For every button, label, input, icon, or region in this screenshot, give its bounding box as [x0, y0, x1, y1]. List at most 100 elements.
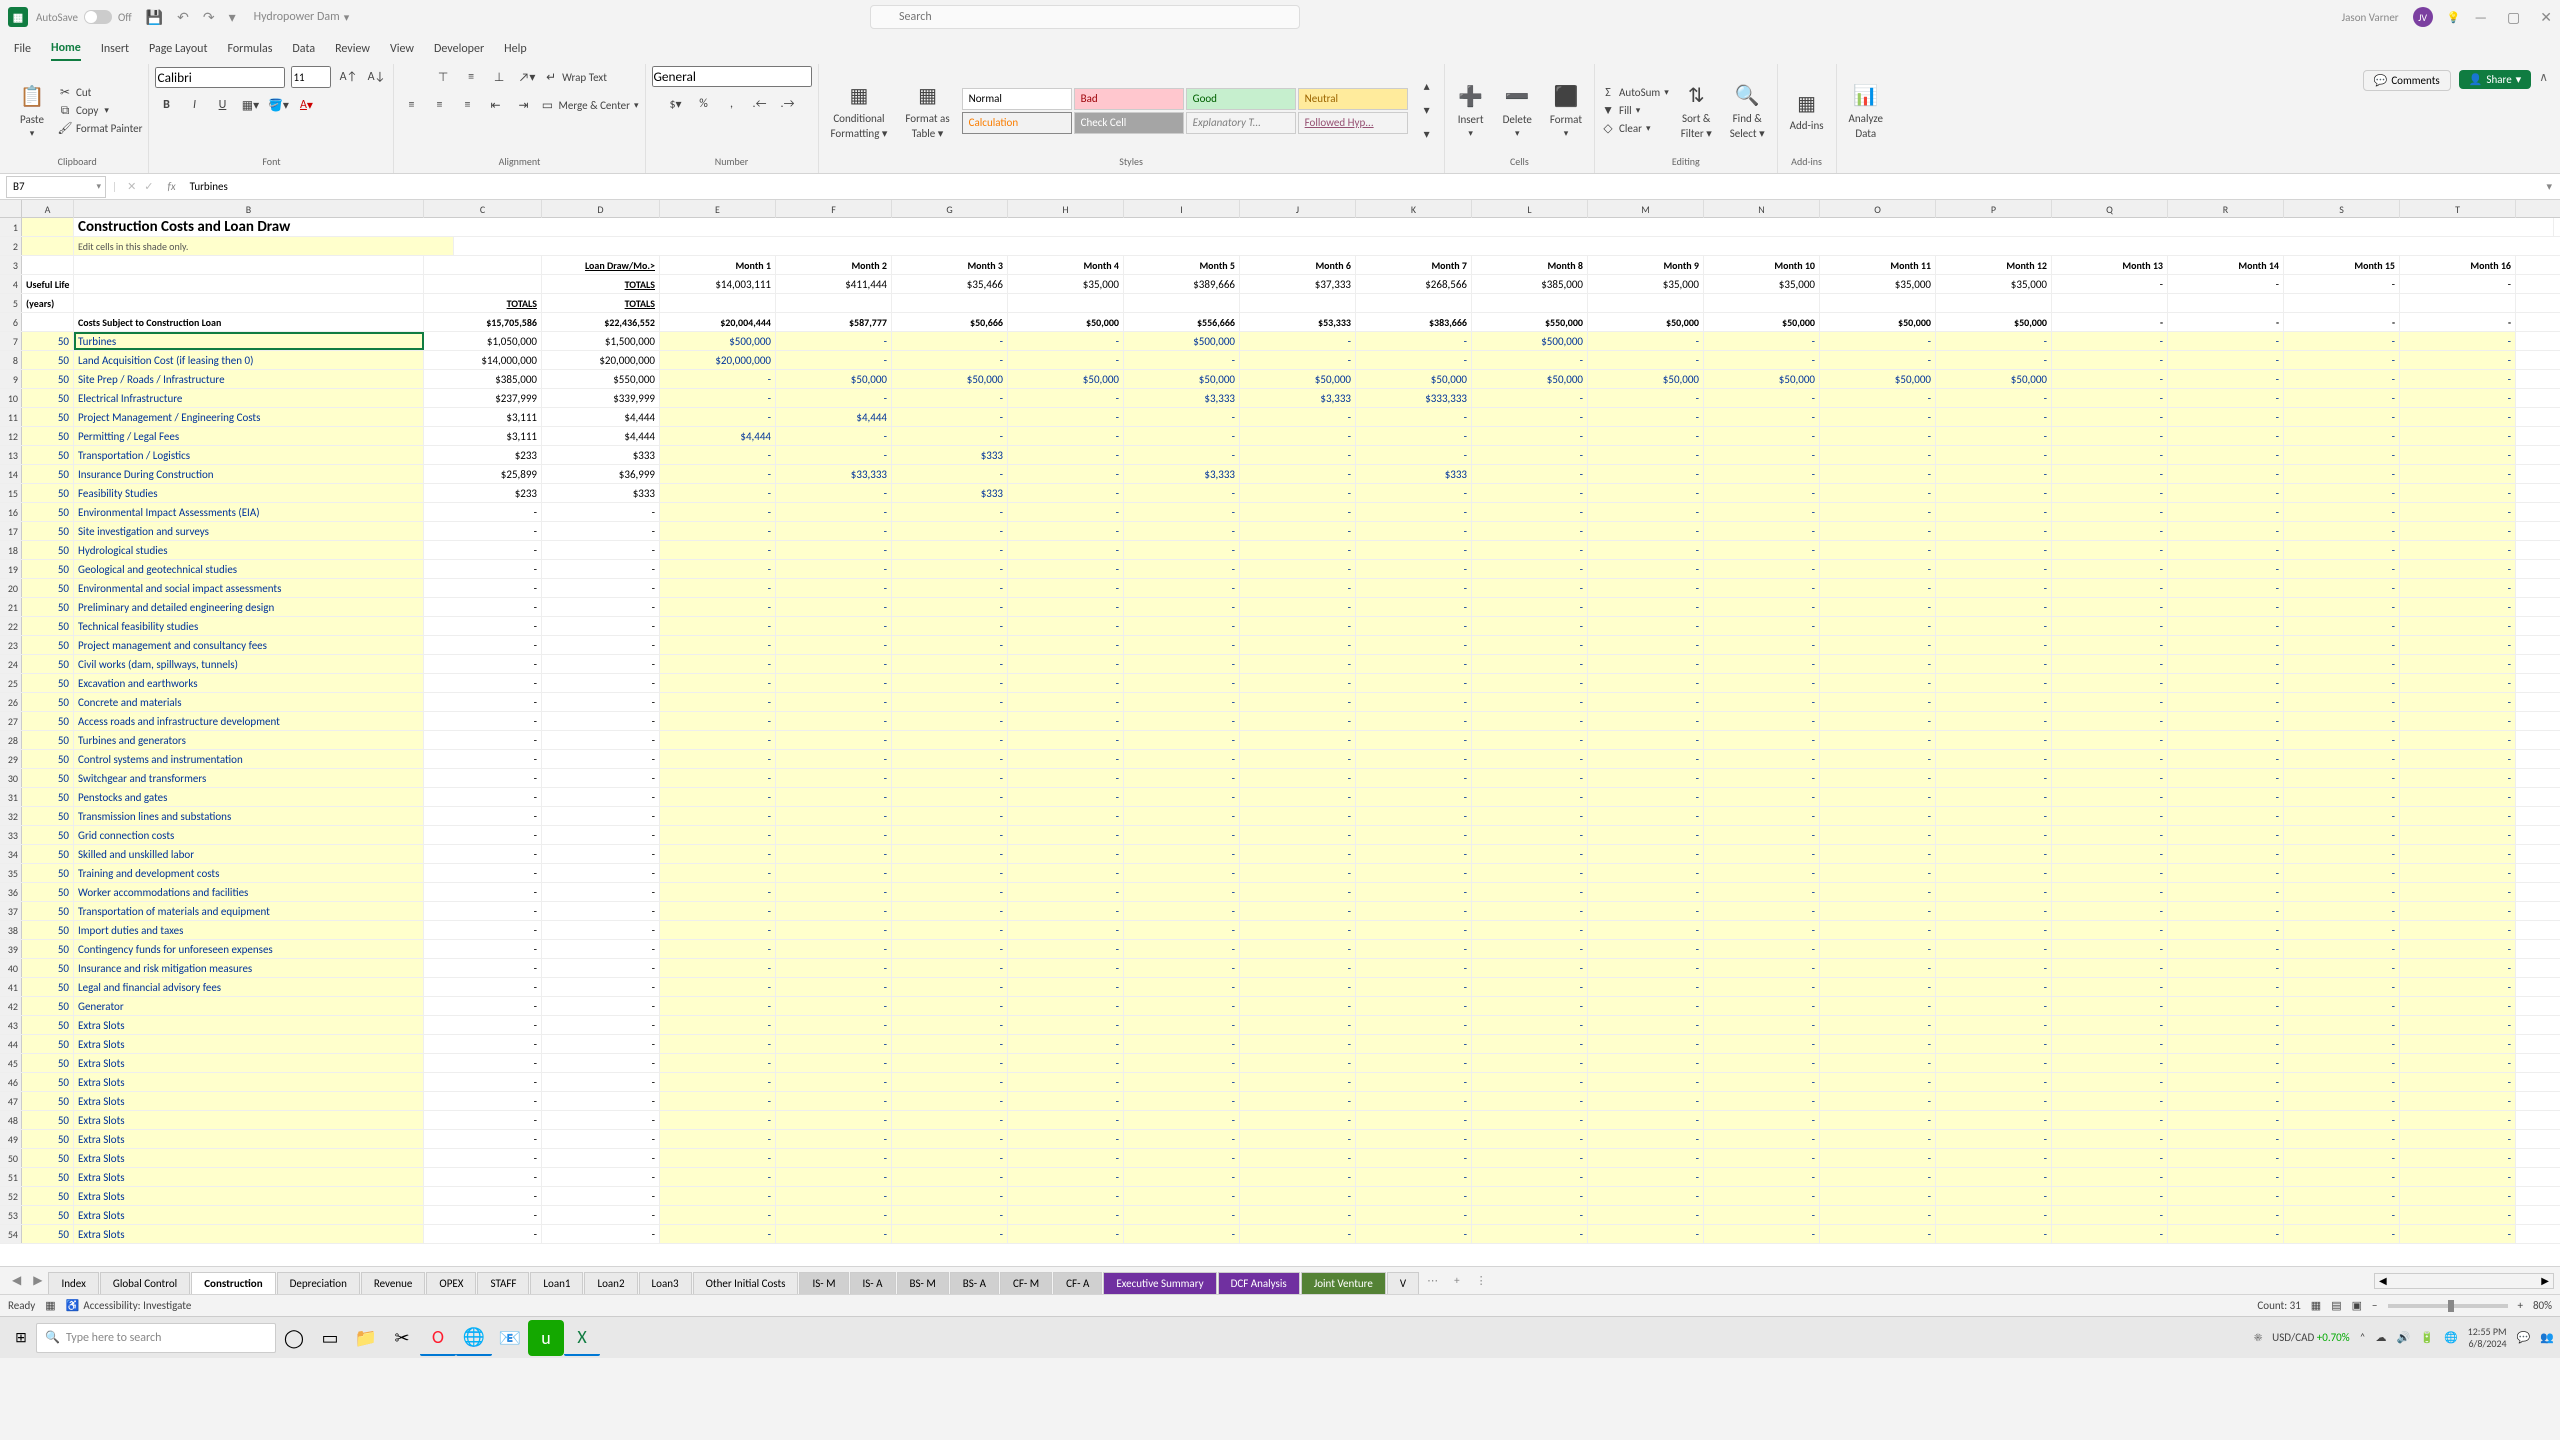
cell[interactable]: - — [2400, 332, 2516, 350]
cell[interactable]: - — [776, 503, 892, 521]
cell[interactable]: - — [2168, 845, 2284, 863]
cell[interactable]: - — [2052, 1168, 2168, 1186]
cell[interactable]: - — [1472, 750, 1588, 768]
cell[interactable]: - — [2284, 427, 2400, 445]
cell[interactable]: - — [2052, 332, 2168, 350]
cell[interactable]: - — [1588, 1016, 1704, 1034]
zoom-level[interactable]: 80% — [2533, 1299, 2552, 1312]
cell[interactable]: - — [1704, 598, 1820, 616]
zoom-in-icon[interactable]: + — [2518, 1299, 2523, 1312]
cell[interactable]: - — [542, 1073, 660, 1091]
cell[interactable]: - — [1820, 1206, 1936, 1224]
col-header[interactable]: C — [424, 200, 542, 218]
cell[interactable]: - — [1936, 636, 2052, 654]
sheet-tab[interactable]: Executive Summary — [1103, 1272, 1216, 1294]
cell[interactable]: - — [1240, 959, 1356, 977]
cell[interactable]: - — [1820, 1187, 1936, 1205]
cell[interactable]: Land Acquisition Cost (if leasing then 0… — [74, 351, 424, 369]
cell[interactable]: - — [2400, 541, 2516, 559]
cell[interactable]: - — [892, 427, 1008, 445]
decrease-font-icon[interactable]: A↓ — [365, 66, 387, 88]
cell[interactable]: - — [892, 864, 1008, 882]
expand-formula-icon[interactable]: ▾ — [2546, 180, 2552, 193]
cell[interactable]: - — [660, 1054, 776, 1072]
cell[interactable]: - — [2052, 997, 2168, 1015]
cell[interactable]: - — [2284, 1206, 2400, 1224]
cell[interactable]: 50 — [22, 1168, 74, 1186]
cell[interactable]: - — [660, 408, 776, 426]
cell[interactable]: - — [2168, 636, 2284, 654]
cell[interactable]: - — [2168, 1073, 2284, 1091]
cell[interactable]: - — [1936, 1073, 2052, 1091]
cell[interactable]: - — [2284, 731, 2400, 749]
cell[interactable] — [22, 218, 74, 236]
row-header[interactable]: 27 — [0, 712, 22, 730]
cell[interactable]: - — [1356, 427, 1472, 445]
fx-icon[interactable]: fx — [168, 180, 176, 193]
cell[interactable]: - — [776, 674, 892, 692]
cell[interactable]: - — [892, 617, 1008, 635]
cell[interactable]: Preliminary and detailed engineering des… — [74, 598, 424, 616]
cell[interactable]: - — [1820, 674, 1936, 692]
cell[interactable]: - — [2052, 427, 2168, 445]
cell[interactable]: $14,000,000 — [424, 351, 542, 369]
align-top-icon[interactable]: ⊤ — [432, 66, 454, 88]
decrease-decimal-icon[interactable]: .→ — [777, 93, 799, 115]
cell[interactable]: - — [2052, 959, 2168, 977]
cut-button[interactable]: ✂Cut — [58, 86, 142, 100]
cell[interactable]: - — [1008, 617, 1124, 635]
page-title[interactable]: Construction Costs and Loan Draw — [74, 218, 2554, 236]
cell[interactable]: 50 — [22, 731, 74, 749]
cell[interactable]: - — [892, 636, 1008, 654]
cell[interactable] — [22, 256, 74, 274]
cell[interactable]: $333 — [1356, 465, 1472, 483]
cell[interactable]: - — [1240, 1054, 1356, 1072]
cell[interactable]: - — [424, 541, 542, 559]
find-select-button[interactable]: 🔍Find &Select ▾ — [1724, 78, 1771, 144]
cell[interactable]: - — [1704, 731, 1820, 749]
cell[interactable]: - — [1704, 845, 1820, 863]
cell[interactable]: $3,333 — [1240, 389, 1356, 407]
cell[interactable]: - — [1124, 921, 1240, 939]
cell[interactable]: - — [1472, 579, 1588, 597]
cell[interactable]: - — [892, 845, 1008, 863]
cell[interactable]: Electrical Infrastructure — [74, 389, 424, 407]
cell[interactable]: $385,000 — [1472, 275, 1588, 293]
cell[interactable]: - — [1124, 636, 1240, 654]
cell[interactable]: - — [1936, 541, 2052, 559]
cell[interactable]: - — [1240, 997, 1356, 1015]
cell[interactable] — [1820, 294, 1936, 312]
cell[interactable]: - — [776, 598, 892, 616]
cell[interactable]: - — [660, 959, 776, 977]
cell[interactable]: - — [424, 750, 542, 768]
cell[interactable]: - — [1820, 484, 1936, 502]
cell[interactable]: - — [660, 1168, 776, 1186]
tab-prev-icon[interactable]: ◀ — [6, 1273, 27, 1288]
cell[interactable]: $268,566 — [1356, 275, 1472, 293]
cell[interactable]: - — [2284, 598, 2400, 616]
cell[interactable]: - — [1124, 788, 1240, 806]
cell[interactable]: 50 — [22, 1111, 74, 1129]
cell[interactable]: - — [542, 636, 660, 654]
cell[interactable]: - — [660, 1035, 776, 1053]
cell[interactable]: - — [892, 1111, 1008, 1129]
row-header[interactable]: 41 — [0, 978, 22, 996]
cell[interactable]: - — [1936, 1016, 2052, 1034]
bold-button[interactable]: B — [155, 94, 177, 116]
cell[interactable]: - — [2284, 921, 2400, 939]
cell[interactable]: - — [1820, 769, 1936, 787]
cell[interactable]: - — [1936, 484, 2052, 502]
cell[interactable]: - — [2168, 408, 2284, 426]
sheet-tab[interactable]: Other Initial Costs — [693, 1272, 799, 1294]
cell[interactable]: - — [892, 883, 1008, 901]
cell[interactable]: - — [1356, 1035, 1472, 1053]
cell[interactable]: $50,000 — [1008, 370, 1124, 388]
cell[interactable]: - — [660, 446, 776, 464]
cell[interactable]: - — [1704, 579, 1820, 597]
cell[interactable]: $50,000 — [1124, 370, 1240, 388]
row-header[interactable]: 31 — [0, 788, 22, 806]
cell[interactable]: - — [1472, 712, 1588, 730]
cell[interactable]: - — [776, 1016, 892, 1034]
chevron-down-icon[interactable]: ▾ — [344, 11, 350, 24]
cell[interactable]: - — [1472, 1016, 1588, 1034]
